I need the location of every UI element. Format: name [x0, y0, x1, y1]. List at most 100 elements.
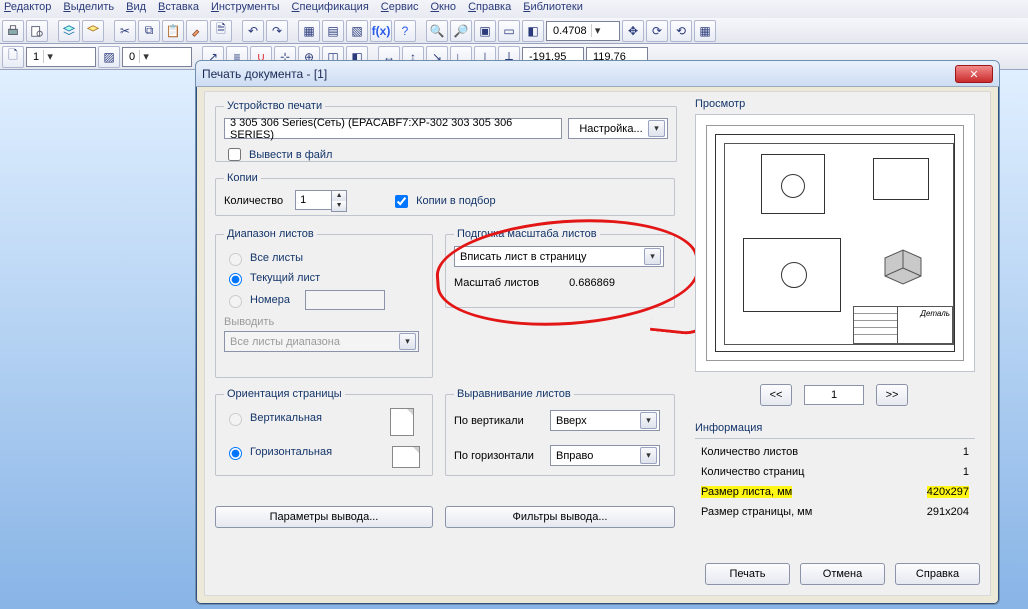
menubar[interactable]: Редактор Выделить Вид Вставка Инструмент…: [0, 0, 1028, 18]
copies-group: Копии Количество ▲▼ Копии в подбор: [215, 172, 675, 216]
dialog-titlebar[interactable]: Печать документа - [1]: [196, 61, 999, 87]
device-group: Устройство печати 3 305 306 Series(Сеть)…: [215, 100, 677, 162]
align-v-label: По вертикали: [454, 415, 538, 427]
print-dialog: Печать документа - [1] ✕ Устройство печа…: [195, 60, 1000, 605]
props-icon[interactable]: 🗎: [210, 20, 232, 42]
qty-label: Количество: [224, 195, 283, 207]
info-panel: Количество листов1 Количество страниц1 Р…: [695, 442, 975, 522]
stack3-icon[interactable]: ▧: [346, 20, 368, 42]
menu-service[interactable]: Сервис: [381, 1, 419, 17]
align-group: Выравнивание листов По вертикали Вверх ▾…: [445, 388, 675, 476]
chevron-down-icon[interactable]: ▾: [644, 248, 661, 265]
range-numbers-radio[interactable]: Номера: [224, 290, 424, 310]
collate-checkbox[interactable]: Копии в подбор: [391, 192, 496, 211]
menu-tools[interactable]: Инструменты: [211, 1, 280, 17]
cut-icon[interactable]: ✂: [114, 20, 136, 42]
chevron-down-icon[interactable]: ▾: [43, 50, 53, 63]
zoom-in-icon[interactable]: 🔍: [426, 20, 448, 42]
chevron-down-icon[interactable]: ▾: [648, 120, 665, 137]
chevron-down-icon[interactable]: ▾: [591, 24, 601, 37]
drawing-title: Деталь: [920, 309, 950, 318]
redo-icon[interactable]: ↷: [266, 20, 288, 42]
zoom-sel-icon[interactable]: ▭: [498, 20, 520, 42]
collate-input[interactable]: [395, 195, 408, 208]
layers2-icon[interactable]: [82, 20, 104, 42]
new-icon[interactable]: 🗋: [2, 46, 24, 68]
fx-icon[interactable]: f(x): [370, 20, 392, 42]
zoom-fit-icon[interactable]: ▣: [474, 20, 496, 42]
print-button[interactable]: Печать: [705, 563, 790, 585]
preview-icon[interactable]: [26, 20, 48, 42]
stack1-icon[interactable]: ▦: [298, 20, 320, 42]
output-filters-label: Фильтры вывода...: [513, 511, 608, 523]
layer-input[interactable]: 1▾: [26, 47, 96, 67]
orientation-legend: Ориентация страницы: [224, 388, 345, 400]
output-value: Все листы диапазона: [230, 336, 399, 348]
spin-up-icon[interactable]: ▲: [332, 191, 346, 201]
menu-editor[interactable]: Редактор: [4, 1, 51, 17]
dialog-title: Печать документа - [1]: [202, 67, 993, 81]
stack2-icon[interactable]: ▤: [322, 20, 344, 42]
menu-view[interactable]: Вид: [126, 1, 146, 17]
menu-window[interactable]: Окно: [430, 1, 456, 17]
range-numbers-input: [305, 290, 385, 310]
copy-icon[interactable]: ⧉: [138, 20, 160, 42]
output-params-button[interactable]: Параметры вывода...: [215, 506, 433, 528]
undo-icon[interactable]: ↶: [242, 20, 264, 42]
val2-input[interactable]: 0▾: [122, 47, 192, 67]
rotate-icon[interactable]: ⟳: [646, 20, 668, 42]
output-label: Выводить: [224, 316, 424, 328]
align-v-select[interactable]: Вверх ▾: [550, 410, 660, 431]
next-page-button[interactable]: >>: [876, 384, 908, 406]
menu-insert[interactable]: Вставка: [158, 1, 199, 17]
close-button[interactable]: ✕: [955, 65, 993, 83]
cancel-button[interactable]: Отмена: [800, 563, 885, 585]
printer-select[interactable]: 3 305 306 Series(Сеть) (EPACABF7:XP-302 …: [224, 118, 562, 139]
zoom-out-icon[interactable]: 🔎: [450, 20, 472, 42]
spin-down-icon[interactable]: ▼: [332, 201, 346, 211]
menu-spec[interactable]: Спецификация: [292, 1, 369, 17]
paste-icon[interactable]: 📋: [162, 20, 184, 42]
zoom-input[interactable]: 0.4708▾: [546, 21, 620, 41]
move-icon[interactable]: ✥: [622, 20, 644, 42]
preview-drawing: Деталь: [715, 134, 955, 352]
grid-icon[interactable]: ▦: [694, 20, 716, 42]
chevron-down-icon: ▾: [399, 333, 416, 350]
output-to-file-label: Вывести в файл: [249, 149, 332, 161]
output-filters-button[interactable]: Фильтры вывода...: [445, 506, 675, 528]
chevron-down-icon[interactable]: ▾: [640, 447, 657, 464]
prev-page-button[interactable]: <<: [760, 384, 792, 406]
page-input[interactable]: [804, 385, 864, 405]
printer-config-button[interactable]: Настройка... ▾: [568, 118, 668, 139]
info-row-page-size: Размер страницы, мм291x204: [695, 502, 975, 522]
align-legend: Выравнивание листов: [454, 388, 574, 400]
qty-spinner[interactable]: ▲▼: [295, 190, 349, 212]
print-icon[interactable]: [2, 20, 24, 42]
range-all-radio[interactable]: Все листы: [224, 250, 424, 266]
layers-icon[interactable]: [58, 20, 80, 42]
zoom-all-icon[interactable]: ◧: [522, 20, 544, 42]
portrait-icon: [390, 408, 414, 436]
fit-select[interactable]: Вписать лист в страницу ▾: [454, 246, 664, 267]
menu-select[interactable]: Выделить: [63, 1, 114, 17]
align-h-select[interactable]: Вправо ▾: [550, 445, 660, 466]
align-h-value: Вправо: [556, 450, 640, 462]
range-current-radio[interactable]: Текущий лист: [224, 270, 424, 286]
info-divider: [695, 438, 975, 439]
qty-input[interactable]: [295, 190, 331, 210]
hatch-icon[interactable]: ▨: [98, 46, 120, 68]
menu-libs[interactable]: Библиотеки: [523, 1, 583, 17]
chevron-down-icon[interactable]: ▾: [139, 50, 149, 63]
chevron-down-icon[interactable]: ▾: [640, 412, 657, 429]
help-label: Справка: [916, 568, 959, 580]
output-to-file-checkbox[interactable]: Вывести в файл: [224, 145, 668, 164]
help-button[interactable]: Справка: [895, 563, 980, 585]
val2-value: 0: [129, 51, 135, 63]
brush-icon[interactable]: [186, 20, 208, 42]
help-icon[interactable]: ?: [394, 20, 416, 42]
menu-help[interactable]: Справка: [468, 1, 511, 17]
output-to-file-input[interactable]: [228, 148, 241, 161]
refresh-icon[interactable]: ⟲: [670, 20, 692, 42]
info-v0: 1: [963, 446, 969, 458]
info-row-sheet-size: Размер листа, мм420x297: [695, 482, 975, 502]
